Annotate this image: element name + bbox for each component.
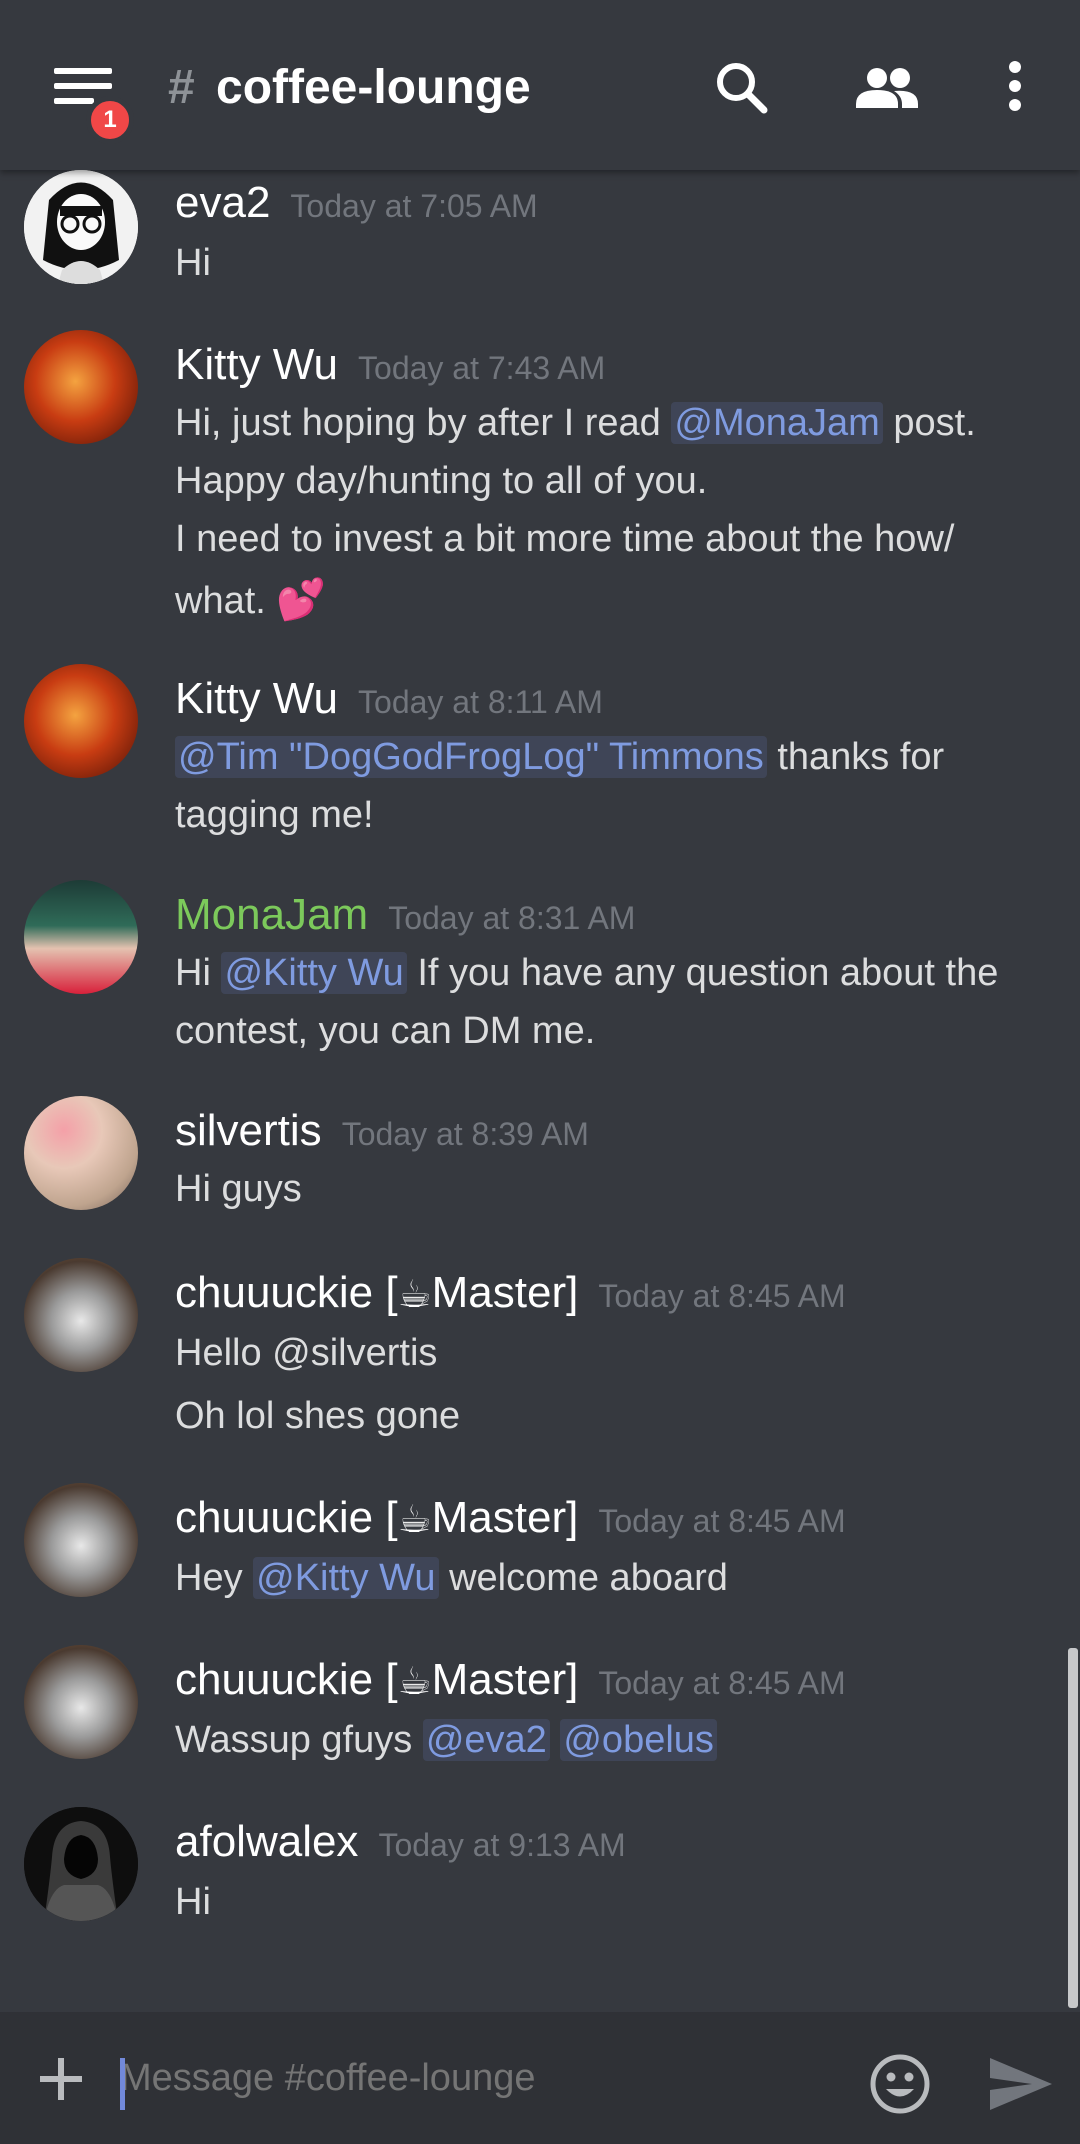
channel-title: coffee-lounge [216,61,531,114]
mention[interactable]: @MonaJam [671,402,883,444]
username[interactable]: chuuuckie [☕Master] Today at 8:45 AM [175,1268,846,1318]
text-cursor [120,2058,125,2110]
username-text[interactable]: silvertis [175,1106,322,1155]
text-segment: welcome aboard [449,1557,728,1599]
username-text[interactable]: MonaJam [175,890,368,939]
scrollbar[interactable] [1068,1648,1078,2008]
avatar[interactable] [24,1483,138,1597]
avatar[interactable] [24,1807,138,1921]
message-input[interactable] [120,2040,840,2116]
text-segment: what. [175,580,266,622]
avatar[interactable] [24,1096,138,1210]
mention[interactable]: @eva2 [422,1719,550,1761]
timestamp: Today at 8:39 AM [341,1116,589,1152]
search-icon [717,63,768,114]
message-list[interactable]: eva2 Today at 7:05 AM Hi Kitty Wu Today at… [0,0,1080,2010]
message-text: Hi, just hoping by after I read @MonaJam… [175,402,976,445]
text-segment: Hi [175,952,211,994]
avatar[interactable] [24,880,138,994]
channel-hash-icon: # [168,61,195,114]
text-segment: Hi, just hoping by after I read [175,402,661,444]
message-text: contest, you can DM me. [175,1010,596,1052]
username-text[interactable]: chuuuckie [ [175,1268,398,1317]
message-text: what. 💕 [175,576,326,623]
message-text: Hi [175,1881,211,1923]
send-button[interactable] [988,2054,1054,2114]
username-text[interactable]: Master] [432,1493,579,1542]
mention[interactable]: @Kitty Wu [253,1557,439,1599]
coffee-emoji-icon: ☕ [397,1274,432,1316]
username-text[interactable]: chuuuckie [ [175,1655,398,1704]
message-composer [0,2012,1080,2144]
mention[interactable]: @Kitty Wu [221,952,407,994]
timestamp: Today at 7:43 AM [358,350,606,386]
message-text: Hi [175,242,211,284]
username-text[interactable]: Master] [432,1655,579,1704]
text-segment: post. [893,402,976,444]
timestamp: Today at 8:45 AM [598,1278,846,1314]
avatar[interactable] [24,1258,138,1372]
members-icon [856,68,918,108]
plus-icon [40,2058,82,2100]
notification-badge: 1 [86,96,134,144]
message-text: Hello @silvertis [175,1332,438,1374]
timestamp: Today at 8:31 AM [388,900,636,936]
message-text: tagging me! [175,794,374,836]
username-text[interactable]: afolwalex [175,1817,358,1866]
timestamp: Today at 8:45 AM [598,1503,846,1539]
username-text[interactable]: Kitty Wu [175,674,338,723]
username-text[interactable]: Master] [432,1268,579,1317]
avatar[interactable] [24,330,138,444]
message-text: Hey @Kitty Wu welcome aboard [175,1557,728,1600]
username[interactable]: afolwalex Today at 9:13 AM [175,1817,626,1867]
username[interactable]: chuuuckie [☕Master] Today at 8:45 AM [175,1493,846,1543]
emoji-icon [870,2054,930,2114]
more-button[interactable] [1000,58,1030,118]
text-segment: Wassup gfuys [175,1719,413,1761]
username[interactable]: Kitty Wu Today at 8:11 AM [175,674,603,724]
username-text[interactable]: Kitty Wu [175,340,338,389]
message-text: Hi guys [175,1168,302,1210]
timestamp: Today at 9:13 AM [378,1827,626,1863]
mention[interactable]: @Tim "DogGodFrogLog" Timmons [175,736,767,778]
channel-header: 1 # coffee-lounge [0,0,1080,170]
timestamp: Today at 8:11 AM [358,684,603,720]
username[interactable]: eva2 Today at 7:05 AM [175,178,538,228]
send-icon [990,2058,1052,2110]
coffee-emoji-icon: ☕ [397,1661,432,1703]
two-hearts-emoji: 💕 [276,578,327,622]
avatar-eva2-icon [24,170,138,284]
username-text[interactable]: chuuuckie [ [175,1493,398,1542]
avatar[interactable] [24,1645,138,1759]
username[interactable]: MonaJam Today at 8:31 AM [175,890,635,940]
timestamp: Today at 8:45 AM [598,1665,846,1701]
message-text: I need to invest a bit more time about t… [175,518,955,560]
avatar-hooded-figure-icon [24,1807,138,1921]
text-segment: If you have any question about the [417,952,999,994]
username-text[interactable]: eva2 [175,178,270,227]
more-vertical-icon [1009,61,1021,111]
mention[interactable]: @obelus [560,1719,717,1761]
avatar[interactable] [24,664,138,778]
text-segment: thanks for [777,736,945,778]
members-button[interactable] [852,58,922,118]
coffee-emoji-icon: ☕ [397,1499,432,1541]
message-text: Oh lol shes gone [175,1395,461,1437]
username[interactable]: Kitty Wu Today at 7:43 AM [175,340,605,390]
message-text: Wassup gfuys @eva2 @obelus [175,1719,717,1762]
message-text: Happy day/hunting to all of you. [175,460,708,502]
text-segment: Hey [175,1557,243,1599]
avatar[interactable] [24,170,138,284]
message-text: Hi @Kitty Wu If you have any question ab… [175,952,998,995]
menu-button[interactable]: 1 [42,58,134,144]
username[interactable]: chuuuckie [☕Master] Today at 8:45 AM [175,1655,846,1705]
emoji-button[interactable] [868,2052,932,2116]
timestamp: Today at 7:05 AM [290,188,538,224]
username[interactable]: silvertis Today at 8:39 AM [175,1106,589,1156]
message-text: @Tim "DogGodFrogLog" Timmons thanks for [175,736,944,779]
search-button[interactable] [712,58,772,118]
add-attachment-button[interactable] [38,2056,84,2102]
